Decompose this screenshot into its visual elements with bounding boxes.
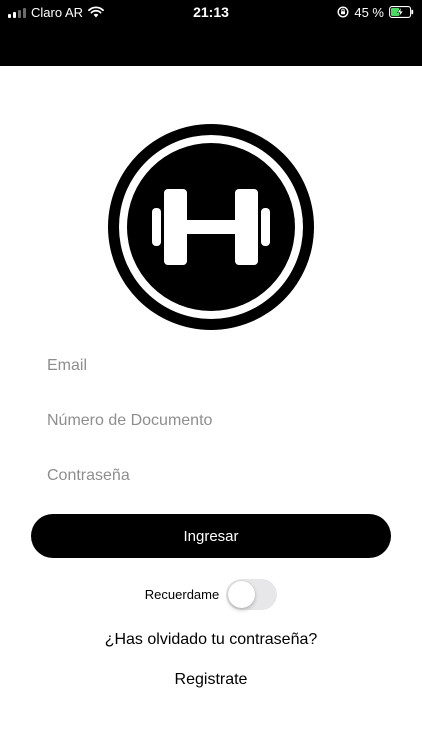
password-input[interactable] — [47, 462, 377, 490]
remember-me-row: Recuerdame — [0, 578, 422, 610]
orientation-lock-icon — [337, 6, 349, 18]
email-input[interactable] — [47, 352, 377, 380]
forgot-password-link[interactable]: ¿Has olvidado tu contraseña? — [0, 631, 422, 649]
remember-me-toggle[interactable] — [226, 578, 278, 610]
battery-charging-icon — [389, 6, 414, 18]
login-screen: Claro AR 21:13 45 % Email Número de Docu… — [0, 0, 422, 750]
toggle-knob — [228, 580, 256, 608]
document-number-input[interactable] — [47, 407, 377, 435]
register-link[interactable]: Registrate — [0, 671, 422, 689]
dumbbell-logo-icon — [108, 124, 314, 330]
login-button[interactable]: Ingresar — [31, 514, 391, 558]
remember-me-label: Recuerdame — [144, 586, 220, 602]
status-right: 45 % — [337, 3, 414, 21]
status-bar: Claro AR 21:13 45 % — [0, 0, 422, 66]
battery-percent: 45 % — [354, 4, 384, 20]
